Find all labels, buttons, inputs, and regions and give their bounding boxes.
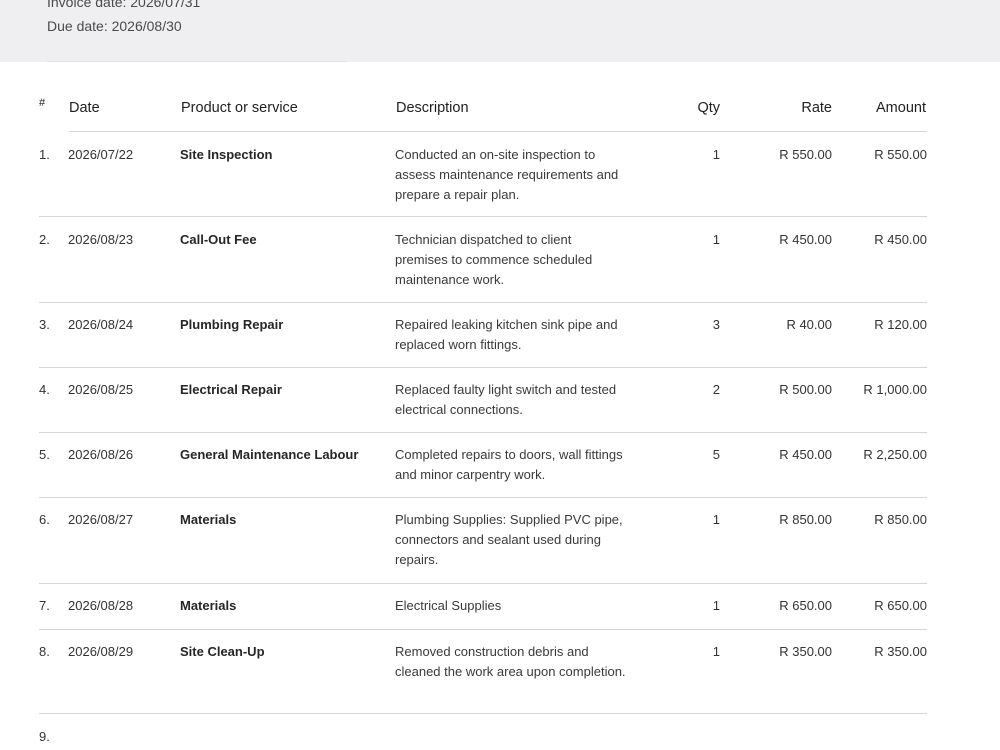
row-description: Conducted an on-site inspection to asses…	[395, 147, 619, 202]
row-number: 8.	[39, 644, 50, 659]
row-qty: 2	[712, 382, 720, 397]
row-qty: 1	[712, 644, 720, 659]
column-header-amount: Amount	[876, 100, 926, 116]
row-divider	[39, 713, 927, 714]
row-product: Materials	[180, 512, 237, 527]
row-amount: R 650.00	[874, 598, 927, 613]
row-rate: R 350.00	[779, 644, 832, 659]
row-product: Materials	[180, 598, 237, 613]
row-description: Replaced faulty light switch and tested …	[395, 382, 617, 417]
row-number: 1.	[39, 147, 50, 162]
row-number: 6.	[39, 512, 50, 527]
column-header-description: Description	[396, 100, 469, 116]
column-header-rate: Rate	[801, 100, 832, 116]
row-divider	[39, 216, 927, 217]
row-date: 2026/08/27	[68, 512, 134, 527]
row-product: Plumbing Repair	[180, 317, 284, 332]
column-header-date: Date	[69, 100, 100, 116]
row-number: 4.	[39, 382, 50, 397]
header-rule	[69, 131, 927, 132]
row-divider	[39, 432, 927, 433]
column-header-product: Product or service	[181, 100, 298, 116]
row-qty: 1	[712, 147, 720, 162]
row-description: Electrical Supplies	[395, 598, 502, 613]
row-divider	[39, 497, 927, 498]
row-description: Removed construction debris and cleaned …	[395, 644, 626, 679]
row-qty: 1	[712, 512, 720, 527]
row-qty: 5	[712, 447, 720, 462]
row-description: Plumbing Supplies: Supplied PVC pipe, co…	[395, 512, 623, 567]
column-header-qty: Qty	[697, 100, 720, 116]
row-rate: R 500.00	[779, 382, 832, 397]
row-description: Repaired leaking kitchen sink pipe and r…	[395, 317, 618, 352]
row-date: 2026/08/23	[68, 232, 134, 247]
row-divider	[39, 583, 927, 584]
row-date: 2026/08/26	[68, 447, 134, 462]
row-product: Site Inspection	[180, 147, 273, 162]
row-divider	[39, 629, 927, 630]
row-number: 2.	[39, 232, 50, 247]
row-rate: R 650.00	[779, 598, 832, 613]
row-rate: R 850.00	[779, 512, 832, 527]
row-number: 3.	[39, 317, 50, 332]
header-divider	[47, 61, 347, 62]
row-product: Call-Out Fee	[180, 232, 257, 247]
invoice-date: Invoice date: 2026/07/31	[47, 0, 201, 10]
row-product: General Maintenance Labour	[180, 447, 359, 462]
row-description: Completed repairs to doors, wall fitting…	[395, 447, 623, 482]
row-description: Technician dispatched to client premises…	[395, 232, 593, 287]
row-divider	[39, 302, 927, 303]
row-product: Electrical Repair	[180, 382, 282, 397]
invoice-header-band: Invoice date: 2026/07/31 Due date: 2026/…	[0, 0, 1000, 62]
row-rate: R 450.00	[779, 232, 832, 247]
row-qty: 1	[712, 598, 720, 613]
row-divider	[39, 367, 927, 368]
row-amount: R 450.00	[874, 232, 927, 247]
row-amount: R 550.00	[874, 147, 927, 162]
row-amount: R 120.00	[874, 317, 927, 332]
row-amount: R 850.00	[874, 512, 927, 527]
row-product: Site Clean-Up	[180, 644, 265, 659]
row-rate: R 40.00	[786, 317, 832, 332]
row-rate: R 450.00	[779, 447, 832, 462]
row-number: 7.	[39, 598, 50, 613]
row-date: 2026/08/29	[68, 644, 134, 659]
due-date: Due date: 2026/08/30	[47, 18, 182, 34]
row-amount: R 350.00	[874, 644, 927, 659]
row-date: 2026/08/24	[68, 317, 134, 332]
row-number: 5.	[39, 447, 50, 462]
row-amount: R 2,250.00	[863, 447, 927, 462]
column-header-number: #	[39, 97, 46, 109]
row-number: 9.	[39, 729, 50, 744]
row-date: 2026/08/28	[68, 598, 134, 613]
row-date: 2026/07/22	[68, 147, 134, 162]
row-qty: 3	[712, 317, 720, 332]
row-rate: R 550.00	[779, 147, 832, 162]
row-amount: R 1,000.00	[863, 382, 927, 397]
row-date: 2026/08/25	[68, 382, 134, 397]
row-qty: 1	[712, 232, 720, 247]
